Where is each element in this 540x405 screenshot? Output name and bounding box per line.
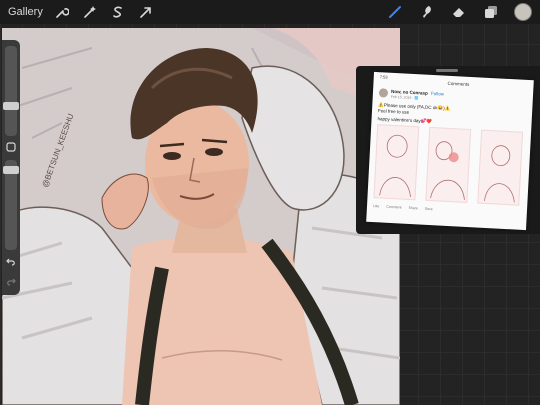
avatar — [378, 88, 389, 98]
post-text-line-2: Feel free to use — [377, 108, 410, 115]
top-toolbar: Gallery — [0, 0, 540, 24]
brush-size-slider[interactable] — [3, 46, 19, 136]
selection-icon[interactable] — [109, 3, 127, 21]
reference-window-handle[interactable] — [436, 69, 458, 72]
post-image-panel-3 — [477, 129, 524, 206]
right-tool-group — [386, 3, 532, 21]
transform-arrow-icon[interactable] — [137, 3, 155, 21]
smudge-icon[interactable] — [418, 3, 436, 21]
follow-link: Follow — [430, 90, 445, 97]
brush-icon[interactable] — [386, 3, 404, 21]
redo-icon[interactable] — [4, 275, 18, 289]
gallery-button[interactable]: Gallery — [8, 6, 43, 18]
post-image-panel-1 — [373, 124, 420, 201]
opacity-thumb[interactable] — [3, 166, 19, 174]
status-time: 7:53 — [379, 74, 388, 80]
left-sidebar — [2, 40, 20, 295]
reference-photo: 7:53 Comments Now, no Conrasp Feb 15, 20… — [366, 71, 534, 231]
reference-window[interactable]: 7:53 Comments Now, no Conrasp Feb 15, 20… — [356, 66, 540, 234]
modify-button[interactable] — [4, 140, 18, 154]
undo-icon[interactable] — [4, 255, 18, 269]
wrench-icon[interactable] — [53, 3, 71, 21]
brush-size-thumb[interactable] — [3, 102, 19, 110]
magic-wand-icon[interactable] — [81, 3, 99, 21]
post-date: Feb 15, 2019 · 🌐 — [390, 94, 419, 101]
color-picker-swatch[interactable] — [514, 3, 532, 21]
eraser-icon[interactable] — [450, 3, 468, 21]
layers-icon[interactable] — [482, 3, 500, 21]
opacity-slider[interactable] — [3, 160, 19, 250]
post-image-panel-2 — [425, 126, 472, 203]
comments-header: Comments — [447, 80, 470, 87]
artwork-illustration: @BETSUN_KEESHU — [2, 28, 400, 405]
post-actions: Like Comment Share Save — [372, 204, 433, 212]
drawing-canvas[interactable]: @BETSUN_KEESHU — [2, 28, 400, 405]
